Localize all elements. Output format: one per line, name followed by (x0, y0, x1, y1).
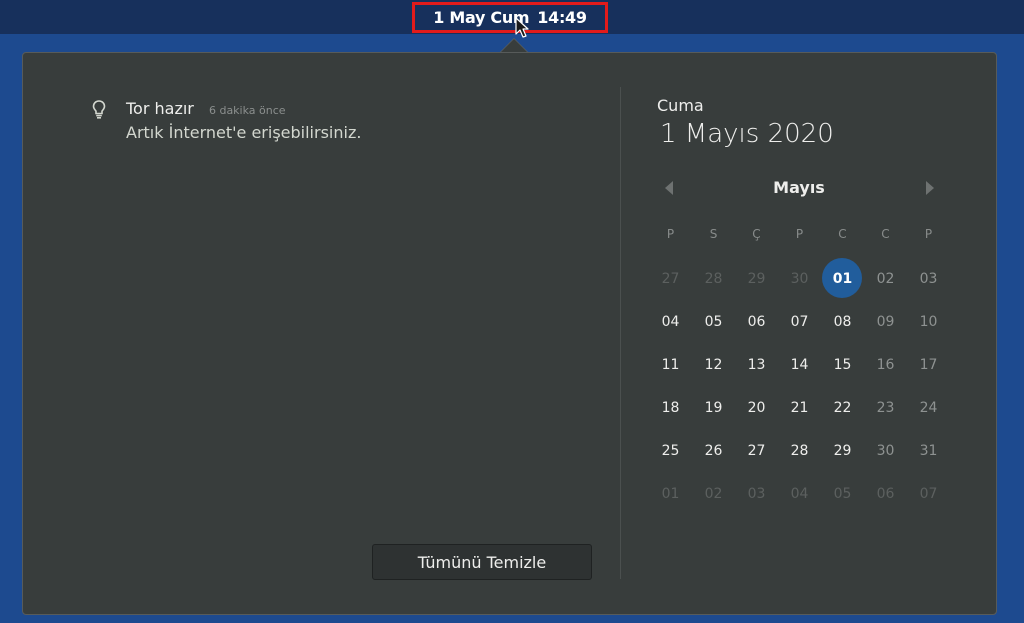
clear-all-button[interactable]: Tümünü Temizle (372, 544, 592, 580)
calendar-day[interactable]: 05 (692, 300, 735, 343)
calendar-day[interactable]: 04 (778, 472, 821, 515)
calendar-day[interactable]: 28 (692, 257, 735, 300)
weekday-header: P (666, 226, 675, 241)
mouse-cursor-icon (515, 17, 529, 38)
calendar-grid: P S Ç P C C P 27 28 29 30 01 02 03 04 05… (649, 214, 949, 515)
calendar-day[interactable]: 30 (778, 257, 821, 300)
date-menu-popover: Tor hazır 6 dakika önce Artık İnternet'e… (22, 52, 997, 615)
calendar-day[interactable]: 31 (907, 429, 950, 472)
calendar-day[interactable]: 10 (907, 300, 950, 343)
calendar-day[interactable]: 02 (692, 472, 735, 515)
lightbulb-icon (92, 100, 106, 119)
calendar-day[interactable]: 02 (864, 257, 907, 300)
calendar-day[interactable]: 29 (735, 257, 778, 300)
calendar-day[interactable]: 19 (692, 386, 735, 429)
calendar-day[interactable]: 15 (821, 343, 864, 386)
notification-title: Tor hazır (126, 99, 194, 118)
divider (620, 87, 621, 579)
weekday-header: Ç (752, 226, 761, 241)
notification-body: Artık İnternet'e erişebilirsiniz. (126, 123, 362, 142)
calendar-day[interactable]: 18 (649, 386, 692, 429)
weekday-header: S (709, 226, 718, 241)
calendar-day[interactable]: 12 (692, 343, 735, 386)
calendar-day[interactable]: 03 (735, 472, 778, 515)
full-date-label[interactable]: 1 Mayıs 2020 (660, 119, 834, 149)
calendar-day[interactable]: 05 (821, 472, 864, 515)
calendar-day[interactable]: 29 (821, 429, 864, 472)
calendar-day[interactable]: 25 (649, 429, 692, 472)
calendar-day[interactable]: 20 (735, 386, 778, 429)
notification-time: 6 dakika önce (208, 104, 286, 117)
calendar-day[interactable]: 08 (821, 300, 864, 343)
calendar-day-today[interactable]: 01 (821, 257, 864, 300)
previous-month-icon[interactable] (663, 180, 675, 196)
month-label: Mayıs (773, 178, 825, 197)
calendar-day[interactable]: 23 (864, 386, 907, 429)
weekday-label[interactable]: Cuma (657, 96, 704, 115)
calendar-day[interactable]: 16 (864, 343, 907, 386)
top-bar: 1 May Cum 14:49 (0, 0, 1024, 34)
calendar-day[interactable]: 11 (649, 343, 692, 386)
calendar-day[interactable]: 07 (778, 300, 821, 343)
weekday-header: P (924, 226, 933, 241)
calendar-day[interactable]: 27 (649, 257, 692, 300)
calendar-day[interactable]: 22 (821, 386, 864, 429)
calendar-day[interactable]: 06 (864, 472, 907, 515)
calendar-day[interactable]: 13 (735, 343, 778, 386)
calendar-day[interactable]: 14 (778, 343, 821, 386)
calendar-day[interactable]: 27 (735, 429, 778, 472)
calendar-day[interactable]: 07 (907, 472, 950, 515)
weekday-header: C (838, 226, 847, 241)
weekday-header: P (795, 226, 804, 241)
next-month-icon[interactable] (924, 180, 936, 196)
calendar-day[interactable]: 06 (735, 300, 778, 343)
calendar-day[interactable]: 04 (649, 300, 692, 343)
clock-time: 14:49 (537, 8, 587, 27)
calendar-day[interactable]: 01 (649, 472, 692, 515)
popover-arrow (499, 38, 529, 53)
calendar-day[interactable]: 21 (778, 386, 821, 429)
calendar-day[interactable]: 03 (907, 257, 950, 300)
calendar-day[interactable]: 28 (778, 429, 821, 472)
calendar-day[interactable]: 09 (864, 300, 907, 343)
clock-button[interactable]: 1 May Cum 14:49 (412, 2, 608, 33)
calendar-day[interactable]: 17 (907, 343, 950, 386)
calendar-day[interactable]: 30 (864, 429, 907, 472)
calendar-day[interactable]: 24 (907, 386, 950, 429)
calendar-day[interactable]: 26 (692, 429, 735, 472)
weekday-header: C (881, 226, 890, 241)
